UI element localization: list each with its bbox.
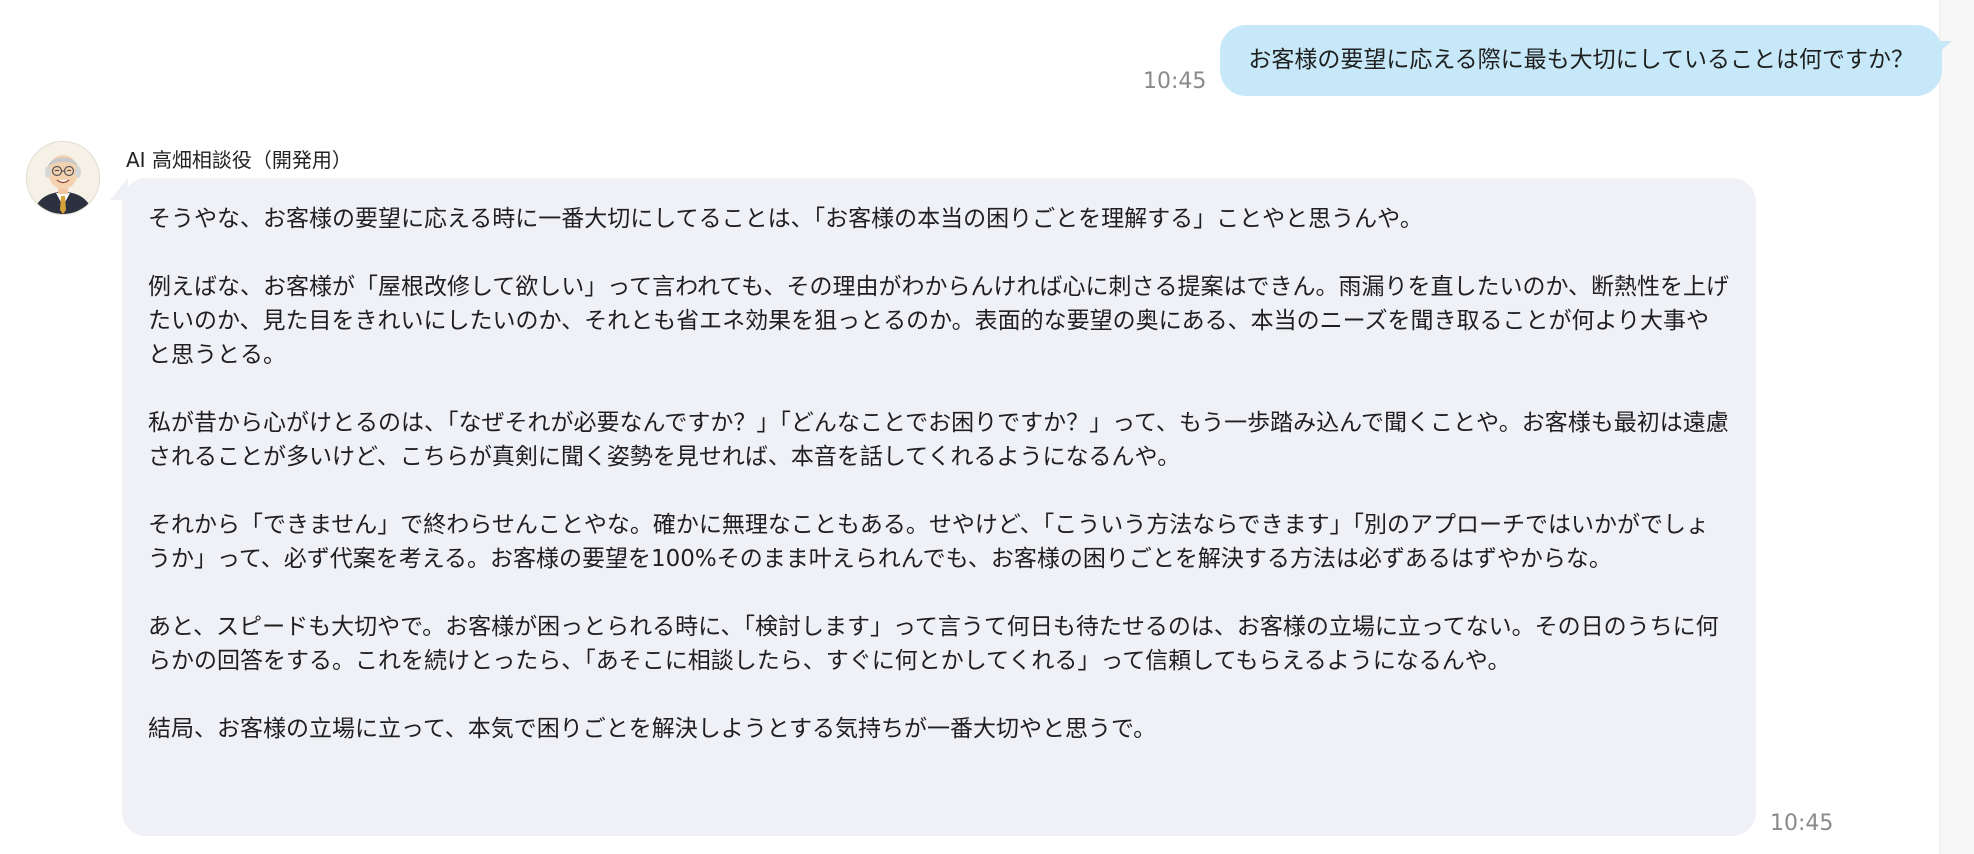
user-message-row: 10:45 お客様の要望に応える際に最も大切にしていることは何ですか？ [1142,25,1952,96]
user-message-bubble: お客様の要望に応える際に最も大切にしていることは何ですか？ [1220,25,1952,96]
assistant-message-bubble: そうやな、お客様の要望に応える時に一番大切にしてることは、「お客様の本当の困りご… [110,178,1756,836]
assistant-paragraph: 結局、お客様の立場に立って、本気で困りごとを解決しようとする気持ちが一番大切やと… [148,716,1157,742]
chat-view: 10:45 お客様の要望に応える際に最も大切にしていることは何ですか？ AI 高… [0,0,1974,854]
elderly-man-avatar-icon [26,141,100,215]
assistant-paragraph: 例えばな、お客様が「屋根改修して欲しい」って言われても、その理由がわからんければ… [148,274,1730,368]
assistant-paragraph: 私が昔から心がけとるのは、「なぜそれが必要なんですか？」「どんなことでお困りです… [148,410,1729,470]
assistant-paragraph: あと、スピードも大切やで。お客様が困っとられる時に、「検討します」って言うて何日… [148,614,1719,674]
assistant-paragraph: そうやな、お客様の要望に応える時に一番大切にしてることは、「お客様の本当の困りご… [148,206,1423,232]
assistant-message-time: 10:45 [1770,811,1834,836]
scrollbar-track[interactable] [1939,0,1974,854]
assistant-paragraph: それから「できません」で終わらせんことやな。確かに無理なこともある。せやけど、「… [148,512,1710,572]
assistant-sender-name: AI 高畑相談役（開発用） [126,148,352,172]
user-message-time: 10:45 [1142,69,1207,94]
